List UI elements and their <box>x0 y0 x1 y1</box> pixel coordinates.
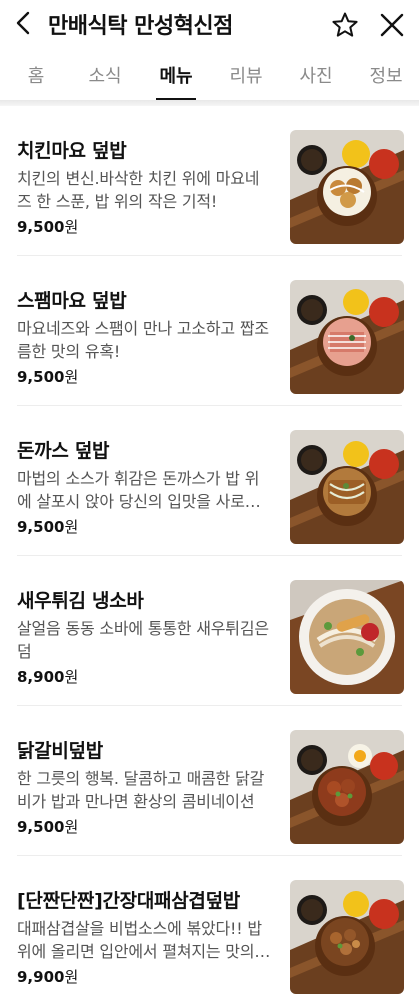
menu-item[interactable]: 닭갈비덮밥 한 그릇의 행복. 달콤하고 매콤한 닭갈비가 밥과 만나면 환상의… <box>0 706 419 856</box>
menu-item-name: 닭갈비덮밥 <box>17 740 103 762</box>
menu-item-price: 9,500원 <box>17 218 79 236</box>
menu-item[interactable]: 스팸마요 덮밥 마요네즈와 스팸이 만나 고소하고 짭조름한 맛의 유혹! 9,… <box>0 256 419 406</box>
tab-news[interactable]: 소식 <box>85 62 125 88</box>
menu-item[interactable]: 돈까스 덮밥 마법의 소스가 휘감은 돈까스가 밥 위에 살포시 앉아 당신의 … <box>0 406 419 556</box>
menu-item-price: 9,900원 <box>17 968 79 986</box>
menu-item-photo[interactable] <box>290 130 404 244</box>
menu-item-photo[interactable] <box>290 430 404 544</box>
menu-item[interactable]: [단짠단짠]간장대패삼겹덮밥 대패삼겹살을 비법소스에 볶았다!! 밥 위에 올… <box>0 856 419 1006</box>
page-title: 만배식탁 만성혁신점 <box>48 14 233 39</box>
menu-item-photo[interactable] <box>290 580 404 694</box>
menu-item-photo[interactable] <box>290 880 404 994</box>
menu-item-photo[interactable] <box>290 280 404 394</box>
menu-item-price: 9,500원 <box>17 818 79 836</box>
tab-info[interactable]: 정보 <box>366 62 406 88</box>
close-icon[interactable] <box>379 12 405 38</box>
app-header: 만배식탁 만성혁신점 <box>0 0 419 48</box>
menu-item-name: 치킨마요 덮밥 <box>17 140 127 162</box>
menu-item[interactable]: 치킨마요 덮밥 치킨의 변신.바삭한 치킨 위에 마요네즈 한 스푼, 밥 위의… <box>0 106 419 256</box>
menu-item-description: 마법의 소스가 휘감은 돈까스가 밥 위에 살포시 앉아 당신의 입맛을 사로잡… <box>17 469 260 511</box>
tab-home[interactable]: 홈 <box>26 62 46 88</box>
tab-reviews[interactable]: 리뷰 <box>226 62 266 88</box>
menu-item-price: 9,500원 <box>17 518 79 536</box>
menu-item-name: 돈까스 덮밥 <box>17 440 110 462</box>
menu-item-description: 마요네즈와 스팸이 만나 고소하고 짭조름한 맛의 유혹! <box>17 319 269 361</box>
back-arrow-icon[interactable] <box>12 11 36 35</box>
star-icon[interactable] <box>331 11 359 39</box>
tab-bar: 홈 소식 메뉴 리뷰 사진 정보 <box>0 54 419 101</box>
menu-item-name: [단짠단짠]간장대패삼겹덮밥 <box>17 890 240 912</box>
menu-item-description: 대패삼겹살을 비법소스에 볶았다!! 밥 위에 올리면 입안에서 펼쳐지는 맛의… <box>17 919 262 961</box>
menu-item[interactable]: 새우튀김 냉소바 살얼음 동동 소바에 통통한 새우튀김은 덤 8,900원 <box>0 556 419 706</box>
menu-item-photo[interactable] <box>290 730 404 844</box>
menu-item-description: 살얼음 동동 소바에 통통한 새우튀김은 덤 <box>17 619 269 661</box>
tab-menu[interactable]: 메뉴 <box>156 62 196 88</box>
menu-item-description: 한 그릇의 행복. 달콤하고 매콤한 닭갈비가 밥과 만나면 환상의 콤비네이션 <box>17 769 265 811</box>
menu-item-name: 새우튀김 냉소바 <box>17 590 144 612</box>
menu-item-price: 8,900원 <box>17 668 79 686</box>
tab-photos[interactable]: 사진 <box>296 62 336 88</box>
menu-item-price: 9,500원 <box>17 368 79 386</box>
menu-item-description: 치킨의 변신.바삭한 치킨 위에 마요네즈 한 스푼, 밥 위의 작은 기적! <box>17 169 260 211</box>
menu-item-name: 스팸마요 덮밥 <box>17 290 127 312</box>
